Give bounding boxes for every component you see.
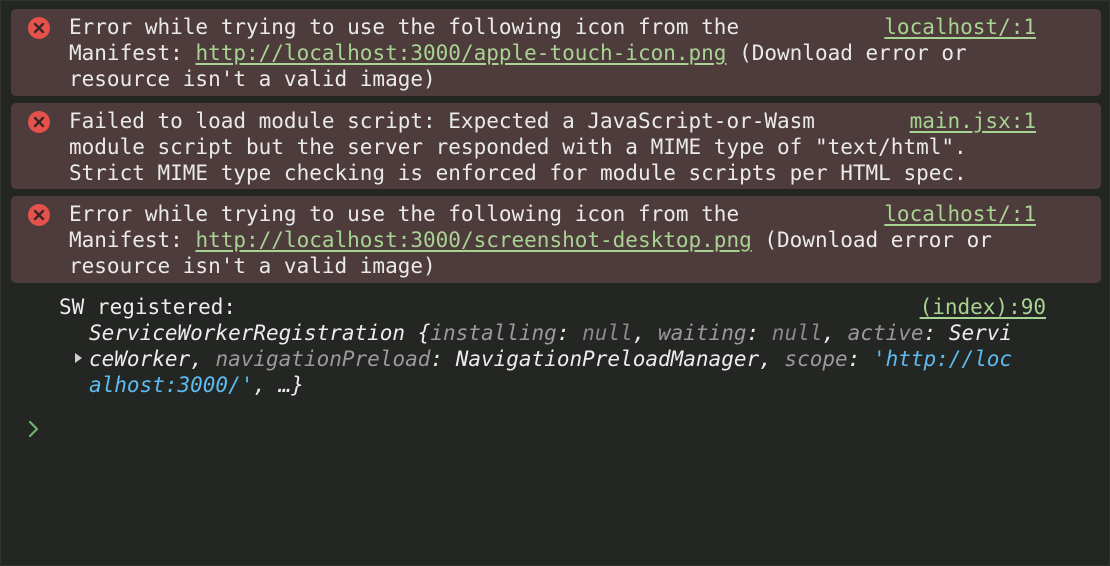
message-text: Manifest: http://localhost:3000/screensh… (69, 228, 992, 252)
error-icon (28, 17, 50, 39)
log-text: SW registered: (59, 295, 237, 319)
object-preview-line[interactable]: ServiceWorkerRegistration {installing: n… (89, 320, 1012, 347)
source-link[interactable]: localhost/:1 (884, 14, 1036, 41)
message-text: Strict MIME type checking is enforced fo… (69, 161, 967, 185)
message-text: Manifest: http://localhost:3000/apple-to… (69, 41, 967, 65)
message-text: module script but the server responded w… (69, 135, 967, 159)
console-error-message[interactable]: Error while trying to use the following … (11, 9, 1101, 96)
console-input[interactable] (53, 413, 1053, 443)
message-text: resource isn't a valid image) (69, 254, 436, 278)
message-text: Error while trying to use the following … (69, 15, 740, 39)
source-link[interactable]: main.jsx:1 (910, 108, 1036, 135)
manifest-icon-link[interactable]: http://localhost:3000/screenshot-desktop… (195, 228, 751, 252)
message-text: Failed to load module script: Expected a… (69, 109, 815, 133)
message-text: resource isn't a valid image) (69, 67, 436, 91)
error-icon (28, 111, 50, 133)
object-preview-line[interactable]: ceWorker, navigationPreload: NavigationP… (89, 346, 1012, 373)
console-prompt-chevron-icon (25, 419, 43, 439)
source-link[interactable]: (index):90 (920, 294, 1046, 321)
console-error-message[interactable]: Error while trying to use the following … (11, 196, 1101, 283)
expand-triangle-icon[interactable] (75, 353, 82, 363)
message-text: Error while trying to use the following … (69, 202, 740, 226)
manifest-icon-link[interactable]: http://localhost:3000/apple-touch-icon.p… (195, 41, 726, 65)
error-icon (28, 204, 50, 226)
object-preview-line[interactable]: alhost:3000/', …} (89, 372, 304, 399)
source-link[interactable]: localhost/:1 (884, 201, 1036, 228)
console-panel: Error while trying to use the following … (0, 0, 1110, 566)
console-error-message[interactable]: Failed to load module script: Expected a… (11, 103, 1101, 189)
